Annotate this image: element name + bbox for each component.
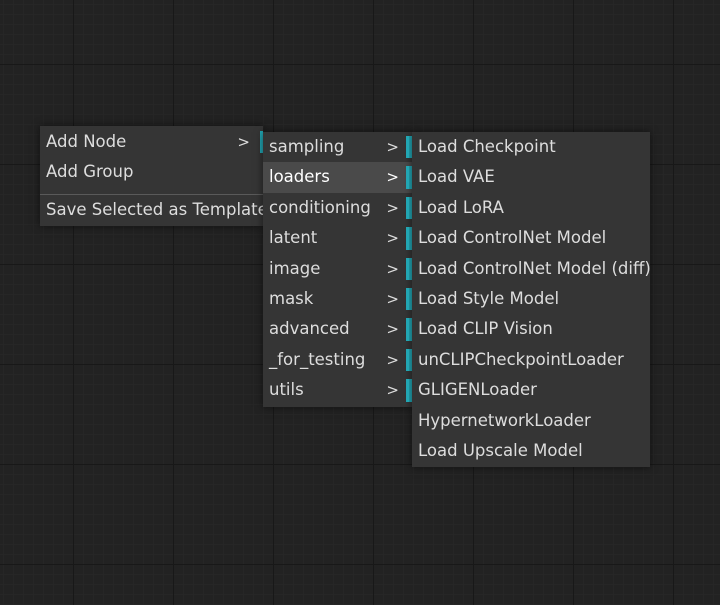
menu-item-sampling[interactable]: sampling > <box>263 132 412 162</box>
menu-item-label: advanced <box>269 319 350 339</box>
submenu-arrow-icon: > <box>386 168 399 187</box>
menu-item-save-selected-as-template[interactable]: Save Selected as Template <box>40 193 268 224</box>
menu-item-image[interactable]: image > <box>263 254 412 284</box>
submenu-arrow-icon: > <box>386 289 399 308</box>
menu-item-label: conditioning <box>269 197 371 217</box>
menu-item-load-style-model[interactable]: Load Style Model <box>406 284 650 314</box>
menu-item-label: Load VAE <box>418 167 495 187</box>
submenu-arrow-icon: > <box>386 198 399 217</box>
menu-item-add-group[interactable]: Add Group <box>40 157 263 187</box>
menu-item-mask[interactable]: mask > <box>263 284 412 314</box>
menu-item-label: Save Selected as Template <box>46 199 268 219</box>
menu-item-label: Load Checkpoint <box>418 137 556 156</box>
submenu-arrow-icon: > <box>386 350 399 369</box>
menu-item-for-testing[interactable]: _for_testing > <box>263 345 412 375</box>
menu-item-load-controlnet-model[interactable]: Load ControlNet Model <box>406 223 650 253</box>
menu-item-advanced[interactable]: advanced > <box>263 314 412 344</box>
menu-item-label: mask <box>269 288 314 308</box>
menu-item-label: unCLIPCheckpointLoader <box>418 349 624 369</box>
menu-item-latent[interactable]: latent > <box>263 223 412 253</box>
menu-item-hypernetwork-loader[interactable]: HypernetworkLoader <box>412 406 650 436</box>
submenu-arrow-icon: > <box>386 259 399 278</box>
loaders-submenu: Load Checkpoint Load VAE Load LoRA Load … <box>406 132 651 467</box>
menu-item-label: Load Style Model <box>418 288 560 308</box>
menu-item-label: GLIGENLoader <box>418 380 537 400</box>
menu-item-gligen-loader[interactable]: GLIGENLoader <box>406 375 650 405</box>
menu-item-loaders[interactable]: loaders > <box>263 162 412 193</box>
menu-item-label: Load LoRA <box>418 197 504 217</box>
menu-item-label: image <box>269 258 321 278</box>
menu-item-load-checkpoint[interactable]: Load Checkpoint <box>406 132 650 162</box>
menu-item-label: utils <box>269 380 304 400</box>
menu-item-label: loaders <box>269 167 330 187</box>
menu-item-load-vae[interactable]: Load VAE <box>406 162 650 192</box>
menu-item-label: Load ControlNet Model <box>418 228 607 248</box>
submenu-arrow-icon: > <box>386 381 399 400</box>
submenu-arrow-icon: > <box>237 133 250 151</box>
menu-item-label: latent <box>269 228 318 248</box>
menu-item-label: sampling <box>269 137 345 156</box>
menu-item-label: _for_testing <box>269 349 366 369</box>
menu-item-utils[interactable]: utils > <box>263 375 412 405</box>
menu-item-label: Load ControlNet Model (diff) <box>418 258 651 278</box>
menu-item-load-lora[interactable]: Load LoRA <box>406 193 650 223</box>
add-node-submenu: sampling > loaders > conditioning > late… <box>263 132 412 407</box>
context-menu: Add Node > Add Group Save Selected as Te… <box>40 126 268 226</box>
menu-item-label: Add Group <box>46 162 134 182</box>
menu-item-label: Load CLIP Vision <box>418 319 553 339</box>
menu-item-load-clip-vision[interactable]: Load CLIP Vision <box>406 314 650 344</box>
menu-item-add-node[interactable]: Add Node > <box>40 127 263 157</box>
menu-item-load-controlnet-model-diff[interactable]: Load ControlNet Model (diff) <box>406 254 651 284</box>
menu-item-load-upscale-model[interactable]: Load Upscale Model <box>412 436 650 466</box>
menu-item-unclip-checkpoint-loader[interactable]: unCLIPCheckpointLoader <box>406 345 650 375</box>
menu-item-conditioning[interactable]: conditioning > <box>263 193 412 223</box>
menu-item-label: HypernetworkLoader <box>418 410 591 430</box>
menu-item-label: Load Upscale Model <box>418 440 583 460</box>
submenu-arrow-icon: > <box>386 229 399 248</box>
menu-item-label: Add Node <box>46 132 127 151</box>
submenu-arrow-icon: > <box>386 138 399 156</box>
submenu-arrow-icon: > <box>386 320 399 339</box>
